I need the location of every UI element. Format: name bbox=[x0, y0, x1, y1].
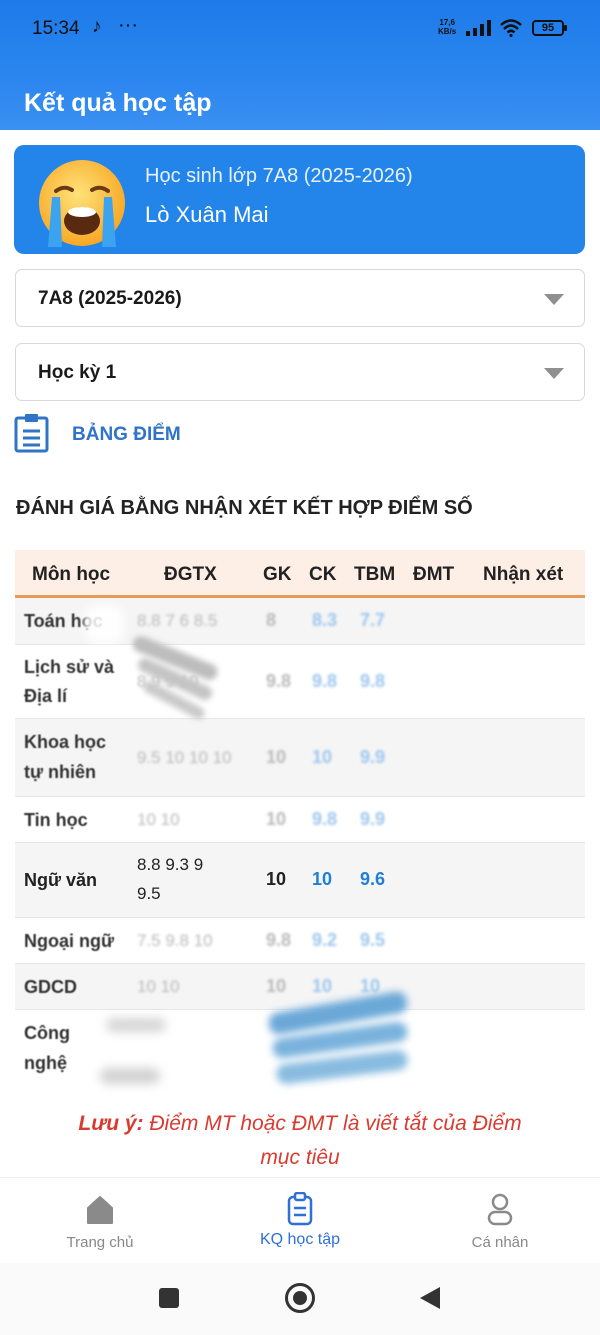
tbm-score: 9.8 bbox=[360, 671, 386, 691]
tbm-score: 9.6 bbox=[360, 869, 386, 889]
subject-name: GDCD bbox=[24, 977, 77, 997]
battery-icon: 95 bbox=[532, 20, 567, 36]
more-notifications-icon: ··· bbox=[118, 14, 138, 36]
subject-name-line2: Địa lí bbox=[24, 686, 68, 706]
page-title: Kết quả học tập bbox=[24, 89, 212, 117]
tbm-score: 9.5 bbox=[360, 930, 386, 950]
subject-name: Tin học bbox=[24, 810, 88, 830]
dgtx-scores: 8.8 7 6 8.5 bbox=[137, 611, 218, 630]
ck-score: 9.2 bbox=[312, 930, 338, 950]
subject-name: Ngữ văn bbox=[24, 870, 98, 890]
chevron-down-icon bbox=[544, 294, 564, 305]
tiktok-icon: ♪ bbox=[92, 16, 102, 37]
table-header: Môn học ĐGTX GK CK TBM ĐMT Nhận xét bbox=[15, 550, 585, 598]
table-row[interactable]: Khoa học tự nhiên 9.5 10 10 10 10 10 9.9 bbox=[15, 719, 585, 797]
ck-score: 10 bbox=[312, 869, 333, 889]
note-text-line2: mục tiêu bbox=[260, 1146, 340, 1169]
network-speed-value: 17,6 bbox=[439, 18, 455, 27]
ck-score: 9.8 bbox=[312, 809, 338, 829]
student-card: Học sinh lớp 7A8 (2025-2026) Lò Xuân Mai bbox=[14, 145, 585, 254]
header-dgtx: ĐGTX bbox=[164, 564, 217, 585]
dgtx-scores-line1: 8.8 9.3 9 bbox=[137, 855, 204, 874]
crying-face-icon bbox=[39, 160, 125, 247]
ck-score: 8.3 bbox=[312, 610, 338, 630]
system-nav-bar bbox=[0, 1263, 600, 1335]
clipboard-icon bbox=[14, 414, 49, 453]
table-row[interactable]: Lịch sử và Địa lí 8 9 9 10 9.8 9.8 9.8 bbox=[15, 645, 585, 719]
ck-score: 9.8 bbox=[312, 671, 338, 691]
redaction-smear bbox=[106, 1018, 166, 1032]
nav-home-label: Trang chủ bbox=[66, 1234, 134, 1251]
class-select-value: 7A8 (2025-2026) bbox=[38, 288, 182, 309]
home-icon bbox=[87, 1196, 113, 1224]
term-select[interactable]: Học kỳ 1 bbox=[15, 343, 585, 401]
ck-score: 10 bbox=[312, 976, 333, 996]
wifi-icon bbox=[500, 19, 522, 37]
bottom-nav: Trang chủ KQ học tập Cá nhân bbox=[0, 1177, 600, 1263]
note-text: Điểm MT hoặc ĐMT là viết tắt của Điểm bbox=[143, 1112, 522, 1135]
class-select[interactable]: 7A8 (2025-2026) bbox=[15, 269, 585, 327]
nav-profile-label: Cá nhân bbox=[471, 1234, 529, 1251]
back-icon[interactable] bbox=[420, 1287, 440, 1309]
gk-score: 10 bbox=[266, 809, 287, 829]
header-comment: Nhận xét bbox=[483, 564, 564, 585]
clipboard-list-icon bbox=[287, 1192, 313, 1226]
nav-profile[interactable]: Cá nhân bbox=[400, 1178, 600, 1264]
header-subject: Môn học bbox=[32, 564, 111, 585]
student-name: Lò Xuân Mai bbox=[145, 202, 269, 227]
subject-name: Ngoại ngữ bbox=[24, 931, 115, 951]
term-select-value: Học kỳ 1 bbox=[38, 362, 117, 383]
chevron-down-icon bbox=[544, 368, 564, 379]
network-speed: 17,6 KB/s bbox=[438, 18, 456, 36]
header-tbm: TBM bbox=[354, 564, 396, 585]
redaction-smear bbox=[100, 1068, 160, 1084]
header-ck: CK bbox=[309, 564, 337, 585]
header-dmt: ĐMT bbox=[413, 564, 455, 585]
table-row[interactable]: GDCD 10 10 10 10 10 bbox=[15, 964, 585, 1010]
ck-score: 10 bbox=[312, 747, 333, 767]
redaction-smear bbox=[84, 605, 124, 643]
app-header: 15:34 ♪ ··· 17,6 KB/s 95 Kết quả học tập bbox=[0, 0, 600, 130]
table-row[interactable]: Ngữ văn 8.8 9.3 9 9.5 10 10 9.6 bbox=[15, 843, 585, 918]
nav-results-label: KQ học tập bbox=[259, 1231, 341, 1248]
dgtx-scores: 9.5 10 10 10 bbox=[137, 748, 232, 767]
table-subtitle: ĐÁNH GIÁ BẰNG NHẬN XÉT KẾT HỢP ĐIỂM SỐ bbox=[16, 497, 473, 519]
tbm-score: 9.9 bbox=[360, 747, 386, 767]
gk-score: 10 bbox=[266, 869, 287, 889]
gk-score: 9.8 bbox=[266, 671, 292, 691]
subject-name-line2: tự nhiên bbox=[24, 762, 97, 782]
section-title: BẢNG ĐIỂM bbox=[72, 424, 181, 445]
network-speed-unit: KB/s bbox=[438, 27, 457, 36]
home-button-icon[interactable] bbox=[285, 1283, 315, 1313]
gk-score: 10 bbox=[266, 976, 287, 996]
signal-icon bbox=[466, 20, 491, 36]
gk-score: 9.8 bbox=[266, 930, 292, 950]
gk-score: 8 bbox=[266, 610, 277, 630]
gk-score: 10 bbox=[266, 747, 287, 767]
table-row[interactable]: Tin học 10 10 10 9.8 9.9 bbox=[15, 797, 585, 843]
tbm-score: 7.7 bbox=[360, 610, 386, 630]
subject-name-line1: Công bbox=[24, 1023, 70, 1043]
nav-home[interactable]: Trang chủ bbox=[0, 1178, 200, 1264]
dgtx-scores: 7.5 9.8 10 bbox=[137, 931, 213, 950]
dgtx-scores: 10 10 bbox=[137, 977, 180, 996]
section-header: BẢNG ĐIỂM bbox=[14, 414, 314, 454]
dgtx-scores: 10 10 bbox=[137, 810, 180, 829]
tbm-score: 9.9 bbox=[360, 809, 386, 829]
subject-name-line1: Khoa học bbox=[24, 732, 107, 752]
user-icon bbox=[487, 1193, 513, 1226]
status-bar: 15:34 ♪ ··· 17,6 KB/s 95 bbox=[0, 14, 600, 44]
student-class: Học sinh lớp 7A8 (2025-2026) bbox=[145, 165, 413, 187]
nav-results[interactable]: KQ học tập bbox=[200, 1178, 400, 1264]
footnote: Lưu ý: Điểm MT hoặc ĐMT là viết tắt của … bbox=[0, 1107, 600, 1175]
status-time: 15:34 bbox=[32, 18, 80, 39]
table-row[interactable]: Ngoại ngữ 7.5 9.8 10 9.8 9.2 9.5 bbox=[15, 918, 585, 964]
recent-apps-icon[interactable] bbox=[159, 1288, 179, 1308]
note-prefix: Lưu ý: bbox=[78, 1112, 144, 1135]
header-gk: GK bbox=[263, 564, 292, 585]
subject-name-line1: Lịch sử và bbox=[24, 657, 115, 677]
subject-name-line2: nghệ bbox=[24, 1053, 67, 1073]
dgtx-scores-line2: 9.5 bbox=[137, 884, 161, 903]
